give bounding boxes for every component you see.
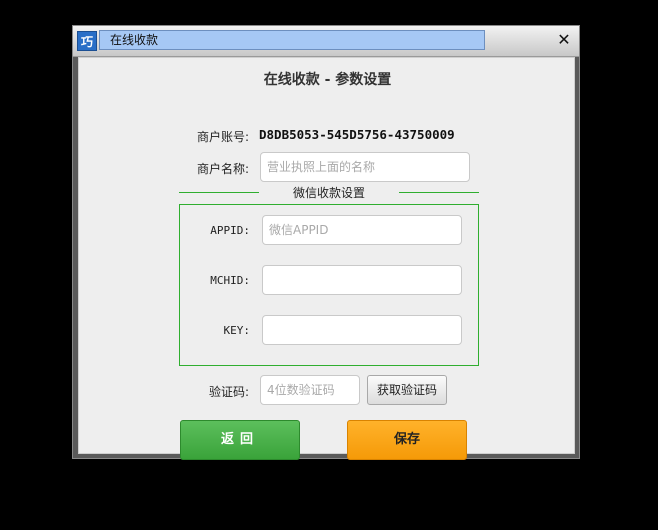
save-button[interactable]: 保存 <box>347 420 467 460</box>
group-divider-left <box>179 192 259 193</box>
title-bar[interactable]: 巧 在线收款 ✕ <box>73 26 579 57</box>
key-label: KEY: <box>223 324 251 337</box>
verify-code-input[interactable] <box>260 375 360 405</box>
window-title: 在线收款 <box>99 30 485 50</box>
verify-code-label: 验证码: <box>208 385 249 399</box>
group-divider-right <box>399 192 479 193</box>
dialog-content: 在线收款 - 参数设置 商户账号: D8DB5053-545D5756-4375… <box>78 57 575 460</box>
appid-label: APPID: <box>210 224 250 237</box>
merchant-account-label: 商户账号: <box>196 130 249 144</box>
merchant-name-input[interactable] <box>260 152 470 182</box>
dialog-window: 巧 在线收款 ✕ 在线收款 - 参数设置 商户账号: D8DB5053-545D… <box>72 25 580 460</box>
mchid-label: MCHID: <box>210 274 250 287</box>
page-title: 在线收款 - 参数设置 <box>263 72 392 88</box>
appid-input[interactable] <box>262 215 462 245</box>
wechat-settings-group: APPID: MCHID: KEY: <box>179 204 479 366</box>
key-input[interactable] <box>262 315 462 345</box>
get-code-button[interactable]: 获取验证码 <box>367 375 447 405</box>
merchant-account-value: D8DB5053-545D5756-43750009 <box>259 127 455 142</box>
merchant-name-label: 商户名称: <box>196 162 249 176</box>
close-icon[interactable]: ✕ <box>555 31 573 49</box>
wechat-group-title: 微信收款设置 <box>292 186 365 200</box>
mchid-input[interactable] <box>262 265 462 295</box>
back-button[interactable]: 返回 <box>180 420 300 460</box>
app-logo-icon: 巧 <box>77 31 97 51</box>
